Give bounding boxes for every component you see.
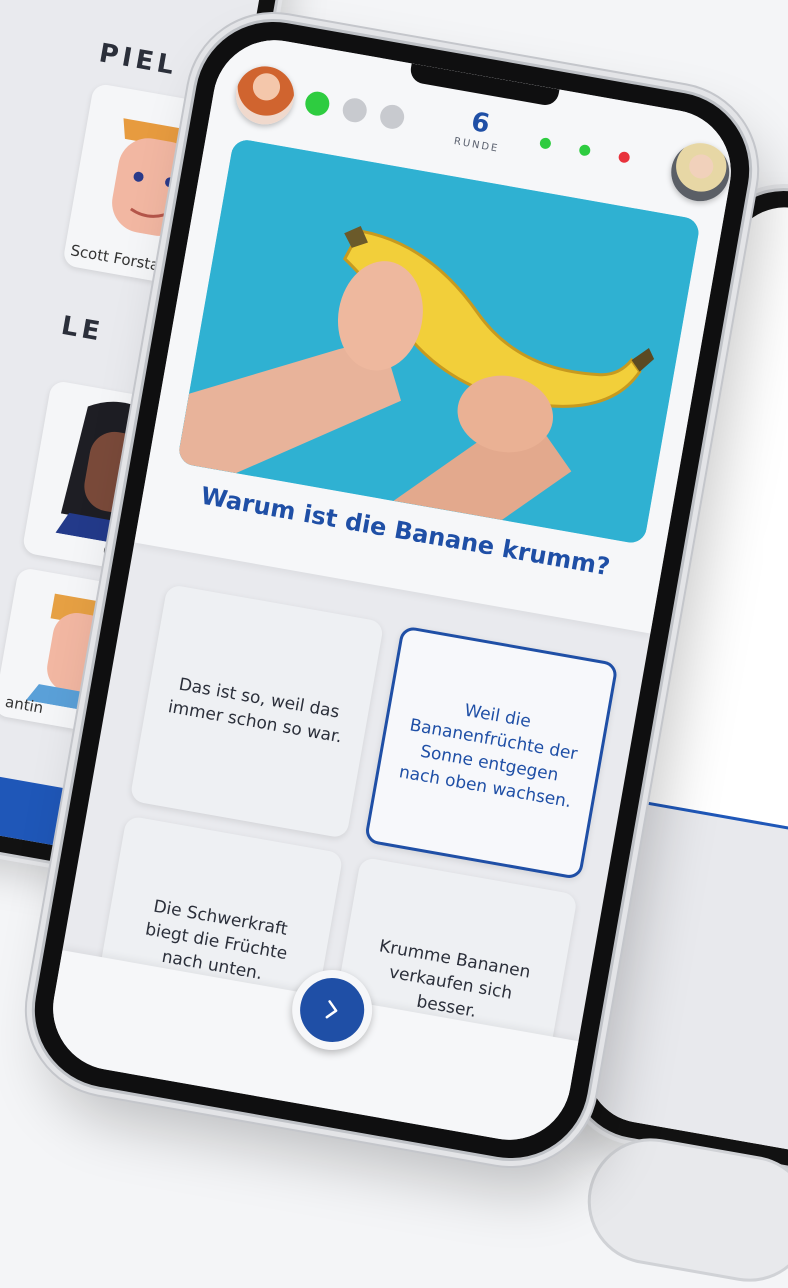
- answer-option-2-selected[interactable]: Weil die Bananenfrüchte der Sonne entgeg…: [363, 625, 619, 881]
- player-progress-dot-3: [378, 102, 407, 131]
- opponent-avatar[interactable]: [666, 138, 734, 206]
- player-progress-dot-1: [303, 89, 332, 118]
- phone-notch: [408, 63, 560, 108]
- player-name: Scott Forstall: [69, 241, 170, 277]
- chevron-right-icon: [325, 1000, 338, 1019]
- answer-text: Weil die Bananenfrüchte der Sonne entgeg…: [397, 700, 579, 812]
- section-heading: PIEL: [96, 38, 180, 82]
- section-heading: LE: [58, 310, 106, 348]
- answer-text: Das ist so, weil das immer schon so war.: [166, 674, 344, 748]
- opponent-progress-dot-2: [578, 143, 592, 157]
- player-avatar[interactable]: [231, 61, 299, 130]
- answer-option-1[interactable]: Das ist so, weil das immer schon so war.: [129, 583, 385, 839]
- banana-photo-illustration: [176, 137, 701, 546]
- question-image: [176, 137, 701, 546]
- opponent-progress-dot-1: [539, 136, 552, 150]
- opponent-progress-dot-3: [617, 150, 631, 164]
- question-panel: 6 RUNDE Warum ist die Banane krumm?: [134, 30, 741, 634]
- player-progress-dot-2: [340, 96, 369, 125]
